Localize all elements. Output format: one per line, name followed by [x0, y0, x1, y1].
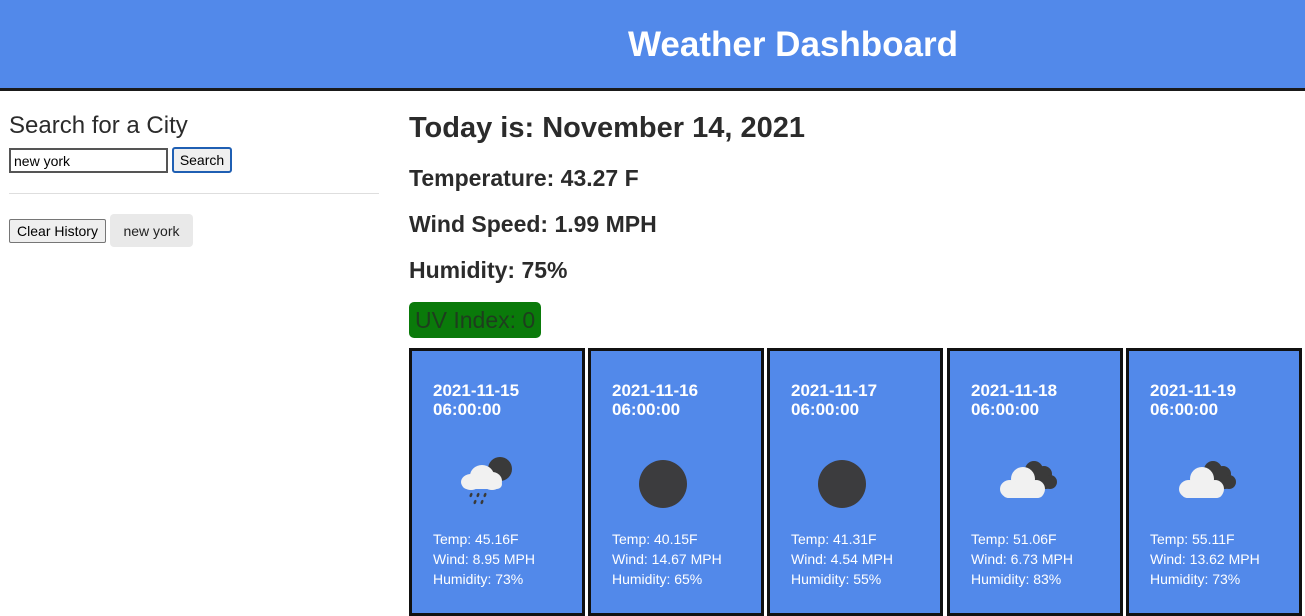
forecast-temp: Temp: 40.15F: [612, 531, 698, 547]
forecast-card: 2021-11-15 06:00:00 Temp: 45.16F Wind: 8…: [409, 348, 585, 616]
uv-index-badge: UV Index: 0: [409, 302, 542, 338]
header: Weather Dashboard: [0, 0, 1305, 91]
current-temperature: Temperature: 43.27 F: [409, 165, 639, 191]
today-date: Today is: November 14, 2021: [409, 112, 805, 144]
broken-clouds-icon: [990, 447, 1070, 517]
forecast-humidity: Humidity: 65%: [612, 571, 703, 587]
clear-night-icon: [631, 447, 711, 517]
page-title: Weather Dashboard: [628, 25, 958, 64]
history-item[interactable]: new york: [110, 214, 193, 247]
forecast-card: 2021-11-17 06:00:00 Temp: 41.31F Wind: 4…: [767, 348, 943, 616]
forecast-temp: Temp: 51.06F: [971, 531, 1057, 547]
forecast-date: 2021-11-15 06:00:00: [433, 381, 520, 419]
search-button[interactable]: Search: [172, 147, 232, 173]
forecast-humidity: Humidity: 83%: [971, 571, 1062, 587]
clear-history-button[interactable]: Clear History: [9, 219, 106, 243]
current-weather: Today is: November 14, 2021 Temperature:…: [409, 91, 1305, 616]
forecast-temp: Temp: 41.31F: [791, 531, 877, 547]
forecast-card: 2021-11-16 06:00:00 Temp: 40.15F Wind: 1…: [588, 348, 764, 616]
broken-clouds-icon: [1169, 447, 1249, 517]
forecast-wind: Wind: 8.95 MPH: [433, 551, 535, 567]
rain-cloud-moon-icon: [452, 447, 532, 517]
forecast-card: 2021-11-19 06:00:00 Temp: 55.11F Wind: 1…: [1126, 348, 1302, 616]
forecast-date: 2021-11-17 06:00:00: [791, 381, 878, 419]
forecast-wind: Wind: 13.62 MPH: [1150, 551, 1260, 567]
forecast-humidity: Humidity: 55%: [791, 571, 882, 587]
forecast-wind: Wind: 14.67 MPH: [612, 551, 722, 567]
forecast-date: 2021-11-16 06:00:00: [612, 381, 699, 419]
forecast-wind: Wind: 6.73 MPH: [971, 551, 1073, 567]
forecast-humidity: Humidity: 73%: [1150, 571, 1241, 587]
clear-night-icon: [810, 447, 890, 517]
forecast-row: 2021-11-15 06:00:00 Temp: 45.16F Wind: 8…: [409, 348, 1305, 616]
current-wind-speed: Wind Speed: 1.99 MPH: [409, 211, 657, 237]
forecast-card: 2021-11-18 06:00:00 Temp: 51.06F Wind: 6…: [947, 348, 1123, 616]
forecast-temp: Temp: 55.11F: [1150, 531, 1235, 547]
forecast-date: 2021-11-18 06:00:00: [971, 381, 1058, 419]
forecast-temp: Temp: 45.16F: [433, 531, 519, 547]
forecast-wind: Wind: 4.54 MPH: [791, 551, 893, 567]
search-input[interactable]: [9, 148, 168, 173]
divider: [9, 193, 379, 194]
forecast-date: 2021-11-19 06:00:00: [1150, 381, 1237, 419]
sidebar: Search for a City Search Clear History n…: [0, 91, 390, 616]
current-humidity: Humidity: 75%: [409, 257, 568, 283]
forecast-humidity: Humidity: 73%: [433, 571, 524, 587]
search-title: Search for a City: [9, 112, 188, 139]
